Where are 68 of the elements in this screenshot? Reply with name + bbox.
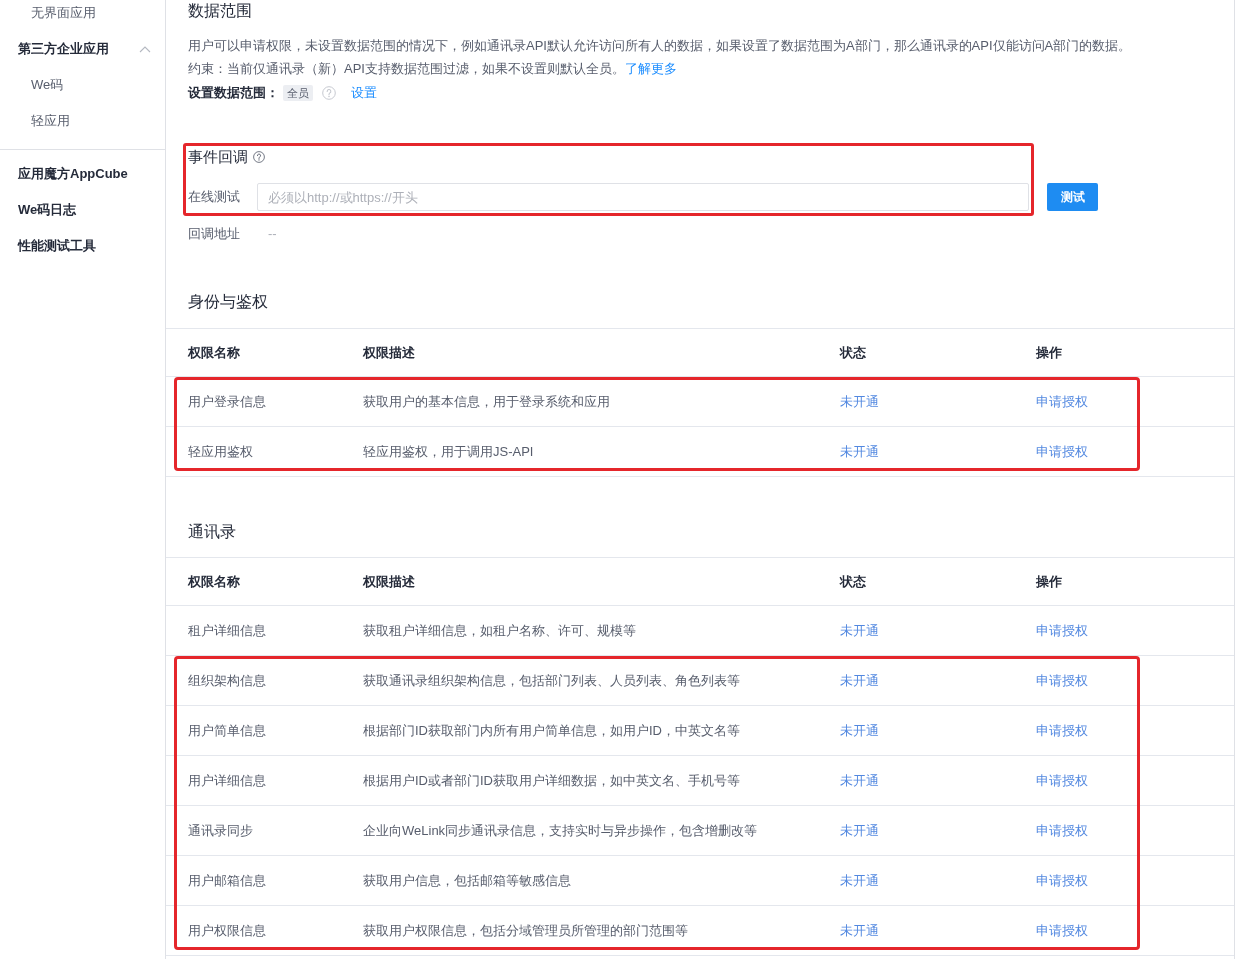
permission-name: 轻应用鉴权: [188, 442, 253, 461]
sidebar-subitem[interactable]: 无界面应用: [0, 0, 165, 31]
apply-link[interactable]: 申请授权: [1036, 920, 1088, 941]
sidebar-group[interactable]: 第三方企业应用: [0, 31, 165, 67]
sidebar-item[interactable]: We码日志: [0, 192, 165, 228]
column-header: 权限描述: [363, 572, 415, 591]
sidebar-subitem[interactable]: 轻应用: [0, 103, 165, 139]
status-text: 未开通: [840, 821, 879, 840]
status-text: 未开通: [840, 392, 879, 411]
permission-description: 企业向WeLink同步通讯录信息，支持实时与异步操作，包含增删改等: [363, 821, 758, 840]
permission-name: 通讯录同步: [188, 821, 253, 840]
permission-description: 获取用户信息，包括邮箱等敏感信息: [363, 871, 571, 890]
field-label: 在线测试: [188, 188, 241, 207]
settings-link[interactable]: 设置: [351, 83, 377, 103]
section-title: 通讯录: [188, 522, 237, 542]
section-title: 数据范围: [188, 1, 253, 21]
setting-label: 设置数据范围：: [188, 84, 279, 103]
apply-link[interactable]: 申请授权: [1036, 770, 1088, 791]
status-text: 未开通: [840, 721, 879, 740]
status-text: 未开通: [840, 671, 879, 690]
status-text: 未开通: [840, 921, 879, 940]
section-title: 事件回调: [188, 147, 248, 167]
permission-description: 获取用户的基本信息，用于登录系统和应用: [363, 392, 610, 411]
test-button[interactable]: 测试: [1047, 183, 1098, 211]
help-icon: [322, 86, 336, 100]
permission-name: 用户简单信息: [188, 721, 266, 740]
permission-name: 用户登录信息: [188, 392, 266, 411]
permission-description: 根据用户ID或者部门ID获取用户详细数据，如中英文名、手机号等: [363, 771, 740, 790]
field-value: --: [268, 225, 277, 243]
apply-link[interactable]: 申请授权: [1036, 620, 1088, 641]
status-text: 未开通: [840, 442, 879, 461]
column-header: 权限描述: [363, 343, 415, 362]
permission-description: 获取用户权限信息，包括分域管理员所管理的部门范围等: [363, 921, 688, 940]
column-header: 权限名称: [188, 572, 240, 591]
column-header: 操作: [1036, 572, 1062, 591]
apply-link[interactable]: 申请授权: [1036, 670, 1088, 691]
help-icon: [253, 151, 265, 163]
permission-name: 用户权限信息: [188, 921, 266, 940]
column-header: 状态: [840, 572, 866, 591]
apply-link[interactable]: 申请授权: [1036, 720, 1088, 741]
field-label: 回调地址: [188, 225, 241, 243]
apply-link[interactable]: 申请授权: [1036, 820, 1088, 841]
permission-name: 组织架构信息: [188, 671, 266, 690]
permission-name: 用户邮箱信息: [188, 871, 266, 890]
permission-description: 获取通讯录组织架构信息，包括部门列表、人员列表、角色列表等: [363, 671, 740, 690]
url-input-field[interactable]: 必须以http://或https://开头: [257, 183, 1029, 211]
apply-link[interactable]: 申请授权: [1036, 391, 1088, 412]
permission-name: 租户详细信息: [188, 621, 266, 640]
status-text: 未开通: [840, 771, 879, 790]
sidebar-subitem[interactable]: We码: [0, 67, 165, 103]
sidebar-item[interactable]: 性能测试工具: [0, 228, 165, 264]
column-header: 权限名称: [188, 343, 240, 362]
apply-link[interactable]: 申请授权: [1036, 441, 1088, 462]
constraint-text: 约束：当前仅通讯录（新）API支持数据范围过滤，如果不设置则默认全员。了解更多: [188, 60, 678, 78]
learn-more-link[interactable]: 了解更多: [624, 61, 677, 76]
permission-description: 获取租户详细信息，如租户名称、许可、规模等: [363, 621, 636, 640]
apply-link[interactable]: 申请授权: [1036, 870, 1088, 891]
status-text: 未开通: [840, 871, 879, 890]
status-text: 未开通: [840, 621, 879, 640]
permission-name: 用户详细信息: [188, 771, 266, 790]
section-title: 身份与鉴权: [188, 292, 269, 312]
permission-description: 轻应用鉴权，用于调用JS-API: [363, 442, 534, 461]
column-header: 状态: [840, 343, 866, 362]
description-text: 用户可以申请权限，未设置数据范围的情况下，例如通讯录API默认允许访问所有人的数据，如果设置了数据范围为A部门，那么通讯录的API仅能访问A部门的数据。: [188, 37, 1133, 55]
scope-tag: 全员: [283, 85, 313, 101]
permission-description: 根据部门ID获取部门内所有用户简单信息，如用户ID，中英文名等: [363, 721, 740, 740]
sidebar-item[interactable]: 应用魔方AppCube: [0, 156, 165, 192]
column-header: 操作: [1036, 343, 1062, 362]
